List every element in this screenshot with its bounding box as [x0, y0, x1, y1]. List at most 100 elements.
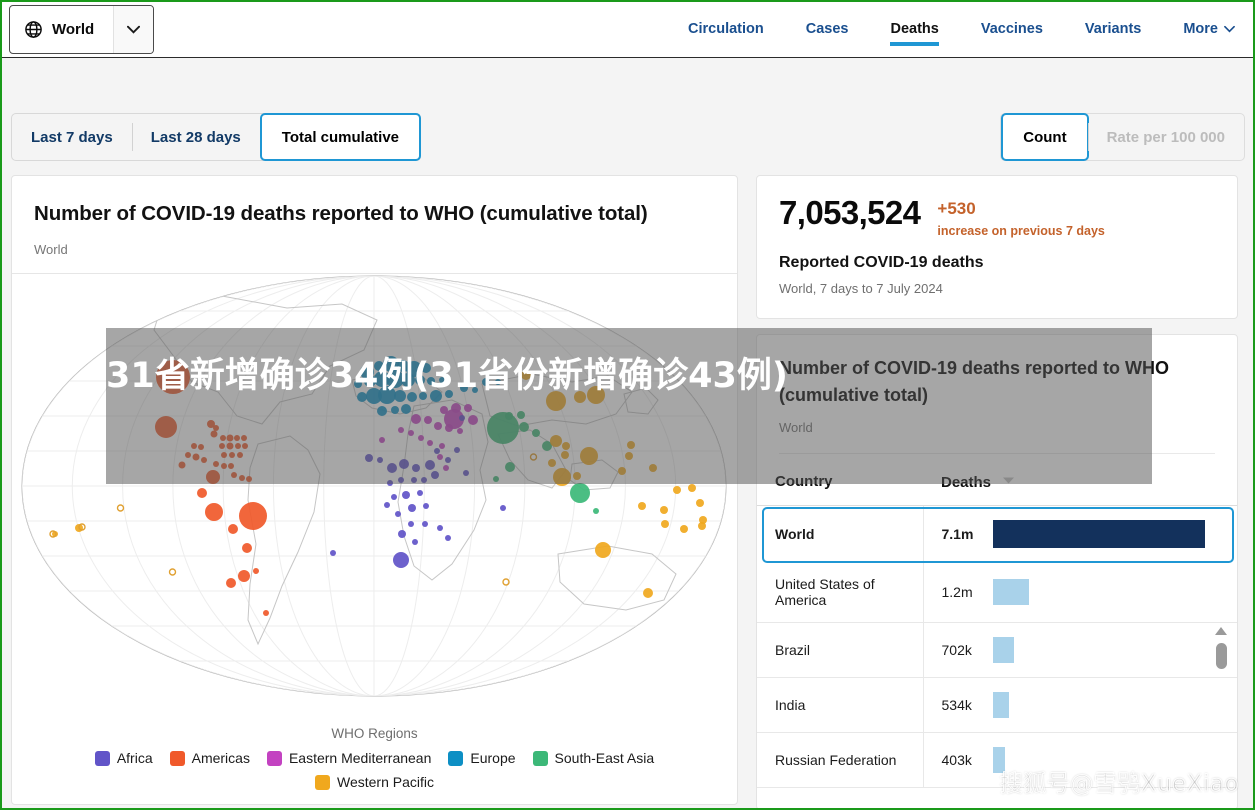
map-bubble[interactable] [445, 534, 451, 541]
map-bubble[interactable] [673, 485, 681, 494]
map-bubble[interactable] [408, 503, 416, 512]
map-bubble[interactable] [427, 376, 435, 385]
map-bubble[interactable] [226, 577, 236, 588]
map-bubble[interactable] [517, 410, 525, 419]
table-row[interactable]: Russian Federation 403k [757, 732, 1237, 789]
map-bubble[interactable] [235, 442, 241, 449]
map-bubble[interactable] [411, 476, 417, 483]
map-bubble[interactable] [437, 453, 443, 460]
map-bubble[interactable] [253, 567, 259, 574]
map-bubble[interactable] [421, 476, 427, 483]
tab-total-cumulative[interactable]: Total cumulative [259, 113, 422, 161]
map-bubble[interactable] [412, 463, 420, 472]
country-selector-caret[interactable] [113, 6, 153, 53]
nav-item-variants[interactable]: Variants [1064, 3, 1162, 57]
map-bubble[interactable] [401, 372, 415, 387]
map-bubble[interactable] [377, 405, 387, 416]
map-bubble[interactable] [407, 391, 417, 402]
map-bubble[interactable] [638, 501, 646, 510]
map-bubble[interactable] [680, 524, 688, 533]
map-bubble[interactable] [618, 466, 626, 475]
map-bubble[interactable] [437, 524, 443, 531]
nav-item-more[interactable]: More [1162, 3, 1243, 57]
map-bubble[interactable] [398, 426, 404, 433]
map-bubble[interactable] [649, 463, 657, 472]
map-bubble[interactable] [374, 360, 384, 371]
tab-last-7-days[interactable]: Last 7 days [12, 114, 132, 160]
map-bubble[interactable] [580, 446, 598, 465]
nav-item-deaths[interactable]: Deaths [869, 3, 959, 57]
map-bubble[interactable] [688, 483, 696, 492]
map-bubble[interactable] [495, 378, 501, 385]
map-bubble[interactable] [231, 471, 237, 478]
map-bubble[interactable] [393, 551, 409, 568]
map-bubble[interactable] [430, 389, 442, 402]
map-bubble[interactable] [417, 489, 423, 496]
map-bubble[interactable] [439, 376, 445, 383]
tab-count[interactable]: Count [1001, 113, 1089, 161]
map-bubble[interactable] [418, 434, 424, 441]
map-bubble[interactable] [210, 430, 218, 438]
map-bubble[interactable] [570, 482, 590, 503]
map-bubble[interactable] [425, 459, 435, 470]
map-bubble[interactable] [394, 389, 406, 402]
table-row[interactable]: World 7.1m [757, 505, 1237, 563]
column-header-deaths[interactable]: Deaths [923, 454, 1237, 507]
map-bubble[interactable] [206, 469, 220, 484]
map-bubble[interactable] [185, 451, 191, 458]
map-bubble[interactable] [460, 383, 468, 392]
map-bubble[interactable] [457, 427, 463, 434]
map-bubble[interactable] [226, 442, 234, 450]
map-bubble[interactable] [239, 474, 245, 481]
country-selector-main[interactable]: World [10, 6, 113, 53]
map-bubble[interactable] [201, 456, 207, 463]
map-bubble[interactable] [445, 423, 453, 432]
legend-item-africa[interactable]: Africa [94, 750, 153, 766]
map-bubble[interactable] [234, 434, 240, 441]
map-bubble[interactable] [593, 507, 599, 514]
map-bubble[interactable] [532, 428, 540, 437]
map-bubble[interactable] [464, 403, 472, 412]
table-scrollbar[interactable] [1213, 625, 1229, 765]
map-bubble[interactable] [419, 391, 427, 400]
map-bubble[interactable] [229, 451, 235, 458]
map-bubble[interactable] [411, 413, 421, 424]
map-bubble[interactable] [221, 462, 227, 469]
table-row[interactable]: United States of America 1.2m [757, 562, 1237, 624]
map-bubble[interactable] [205, 502, 223, 521]
tab-last-28-days[interactable]: Last 28 days [131, 114, 260, 160]
map-bubble[interactable] [228, 462, 234, 469]
country-selector[interactable]: World [9, 5, 154, 54]
map-bubble[interactable] [505, 411, 513, 420]
map-bubble[interactable] [521, 369, 531, 380]
map-bubble[interactable] [398, 529, 406, 538]
map-bubble[interactable] [192, 453, 200, 461]
map-bubble[interactable] [625, 451, 633, 460]
table-row[interactable]: Brazil 702k [757, 622, 1237, 679]
map-bubble[interactable] [424, 415, 432, 424]
map-bubble[interactable] [421, 362, 431, 373]
map-bubble[interactable] [422, 520, 428, 527]
map-bubble[interactable] [443, 464, 449, 471]
scroll-up-arrow-icon[interactable] [1213, 625, 1229, 637]
map-bubble[interactable] [242, 442, 248, 449]
map-bubble[interactable] [550, 434, 562, 447]
map-bubble[interactable] [439, 442, 445, 449]
map-bubble[interactable] [219, 442, 225, 449]
map-bubble[interactable] [445, 456, 451, 463]
map-bubble[interactable] [699, 515, 707, 524]
map-bubble[interactable] [401, 403, 411, 414]
legend-item-americas[interactable]: Americas [169, 750, 250, 766]
map-bubble[interactable] [330, 549, 336, 556]
map-bubble[interactable] [500, 504, 506, 511]
map-bubble[interactable] [468, 414, 478, 425]
nav-item-cases[interactable]: Cases [785, 3, 870, 57]
map-bubble[interactable] [246, 475, 252, 482]
map-bubble[interactable] [546, 390, 566, 411]
map-bubble[interactable] [377, 456, 383, 463]
map-bubble[interactable] [548, 458, 556, 467]
map-bubble[interactable] [178, 461, 186, 469]
map-bubble[interactable] [627, 440, 635, 449]
map-bubble[interactable] [423, 502, 429, 509]
map-bubble[interactable] [427, 439, 433, 446]
